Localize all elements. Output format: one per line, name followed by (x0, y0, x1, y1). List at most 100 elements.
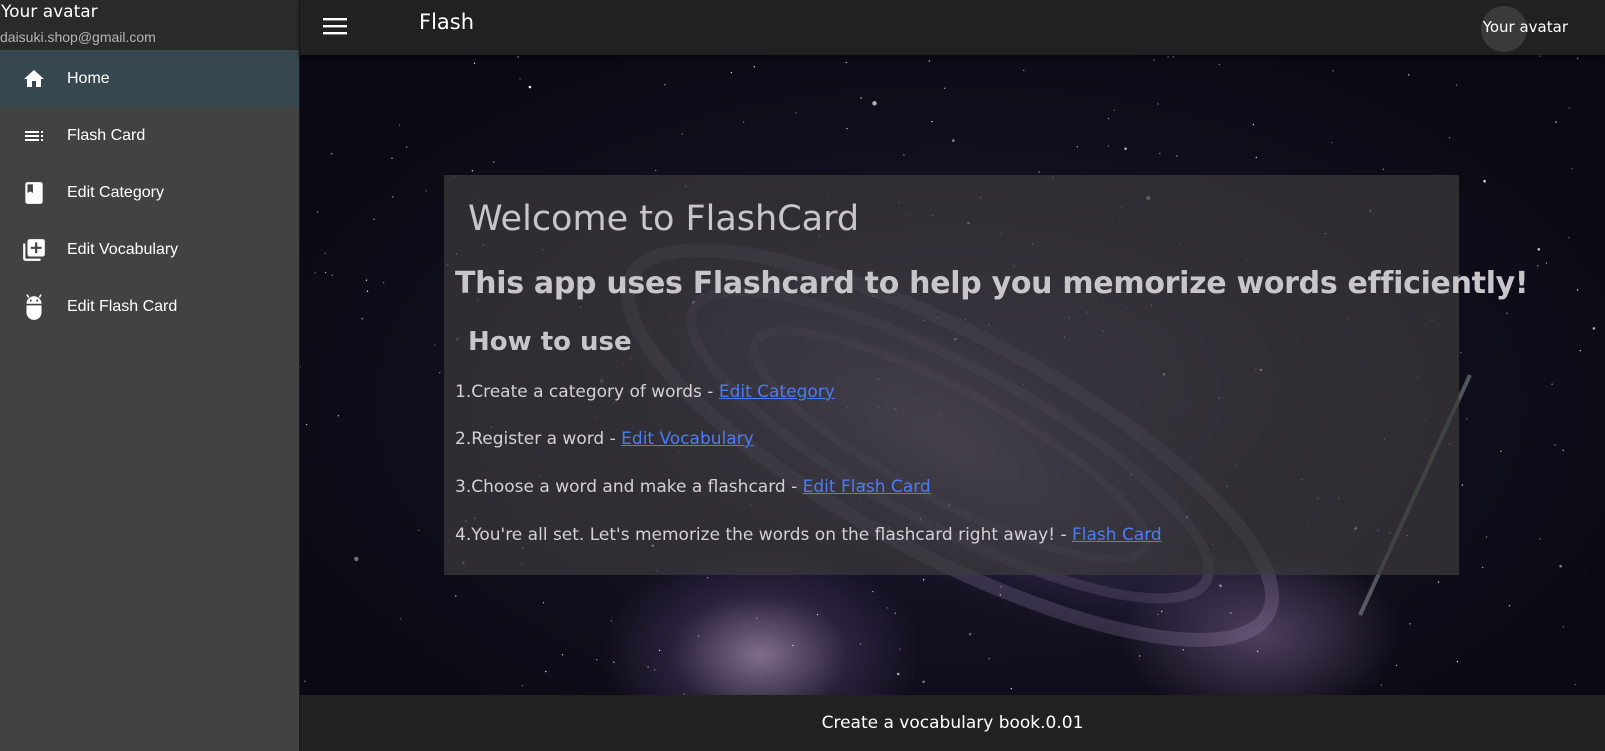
star (361, 318, 363, 320)
star (845, 61, 847, 64)
star (314, 272, 316, 274)
star (1482, 566, 1484, 569)
drawer-profile-header: Your avatar daisuki.shop@gmail.com (0, 0, 299, 50)
star (1408, 74, 1410, 76)
star (658, 649, 661, 652)
star (528, 85, 532, 89)
star (542, 602, 545, 604)
avatar-label: Your avatar (1482, 18, 1568, 36)
step-4: 4.You're all set. Let's memorize the wor… (455, 525, 1162, 545)
star (473, 62, 476, 64)
star (792, 644, 794, 647)
star (324, 252, 326, 254)
star (899, 648, 901, 650)
star (753, 66, 755, 68)
star (1380, 684, 1383, 686)
step-text: 3.Choose a word and make a flashcard - (455, 477, 803, 497)
star (1537, 248, 1541, 251)
nav-item-home[interactable]: Home (0, 50, 299, 107)
star (596, 659, 598, 661)
star (944, 87, 946, 89)
star (1555, 121, 1557, 123)
star (707, 577, 709, 579)
star (1568, 107, 1570, 109)
star (1159, 152, 1161, 155)
star (1568, 237, 1570, 239)
star (517, 56, 519, 58)
star (886, 607, 888, 609)
star (1153, 59, 1155, 61)
star (922, 680, 925, 684)
nav-item-edit-vocabulary[interactable]: Edit Vocabulary (0, 221, 299, 278)
link-edit-vocabulary[interactable]: Edit Vocabulary (621, 429, 754, 449)
star (373, 218, 375, 220)
star (455, 595, 457, 597)
hero-section: Welcome to FlashCard This app uses Flash… (300, 55, 1605, 695)
library-add-icon (20, 236, 48, 264)
star (366, 290, 369, 292)
app-title: Flash (419, 10, 475, 34)
star (1113, 109, 1115, 111)
star (1256, 650, 1259, 652)
star (681, 133, 683, 135)
profile-name: Your avatar (1, 2, 98, 22)
link-edit-flash-card[interactable]: Edit Flash Card (803, 477, 931, 497)
star (1562, 449, 1564, 451)
star (1176, 155, 1178, 157)
nav-item-label: Edit Category (67, 183, 164, 201)
star (1255, 156, 1257, 159)
star (1576, 57, 1579, 59)
star (391, 157, 393, 159)
star (561, 654, 564, 656)
nav-item-edit-flash-card[interactable]: Edit Flash Card (0, 278, 299, 335)
star (354, 556, 359, 562)
star (324, 271, 327, 274)
star (1437, 581, 1440, 583)
star (647, 666, 649, 668)
welcome-card: Welcome to FlashCard This app uses Flash… (444, 175, 1529, 575)
star (795, 112, 797, 114)
star (1157, 613, 1159, 616)
star (331, 153, 333, 155)
step-text: 2.Register a word - (455, 429, 622, 449)
nav-item-label: Home (67, 69, 110, 87)
star (1157, 103, 1159, 105)
star (1571, 168, 1573, 170)
star (365, 279, 368, 281)
star (1172, 56, 1174, 58)
star (896, 672, 900, 676)
star (471, 170, 474, 172)
star (1076, 146, 1078, 148)
profile-email: daisuki.shop@gmail.com (0, 29, 156, 45)
star (1545, 262, 1548, 264)
star (1010, 687, 1012, 690)
star (742, 121, 745, 123)
star (655, 169, 657, 172)
menu-button[interactable] (322, 15, 348, 41)
link-flash-card[interactable]: Flash Card (1072, 525, 1162, 545)
nav-item-flash-card[interactable]: Flash Card (0, 107, 299, 164)
star (1539, 55, 1541, 57)
star (1167, 56, 1169, 58)
star (439, 372, 441, 374)
star (519, 78, 521, 80)
star (999, 594, 1002, 596)
avatar-button[interactable]: Your avatar (1480, 6, 1570, 52)
star (1576, 289, 1579, 291)
star (521, 685, 524, 687)
link-edit-category[interactable]: Edit Category (719, 382, 835, 402)
nav-item-edit-category[interactable]: Edit Category (0, 164, 299, 221)
star (1485, 536, 1488, 538)
star (931, 120, 933, 123)
list-icon (20, 122, 48, 150)
how-to-use-heading: How to use (468, 327, 632, 357)
star (316, 211, 319, 213)
star (928, 60, 930, 62)
star (610, 620, 613, 622)
star (1537, 265, 1539, 267)
star (1331, 141, 1333, 144)
welcome-title: Welcome to FlashCard (468, 199, 860, 239)
star (1506, 312, 1508, 314)
step-2: 2.Register a word - Edit Vocabulary (455, 429, 754, 449)
star (1483, 179, 1486, 183)
